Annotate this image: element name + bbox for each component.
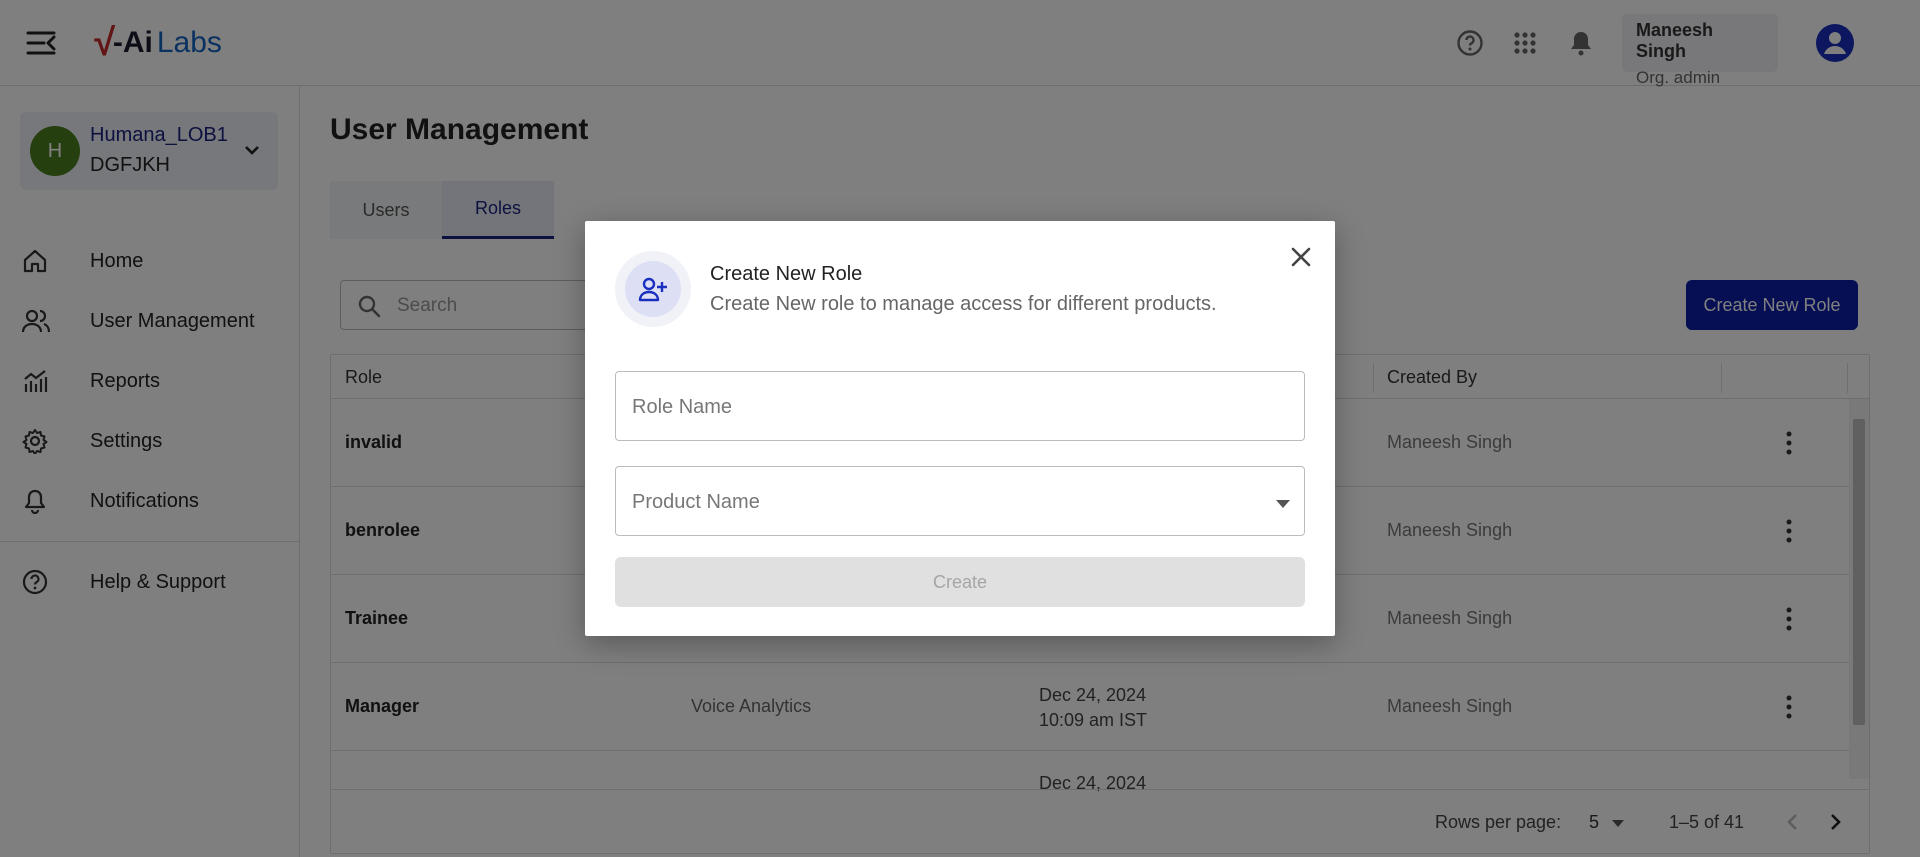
add-user-icon [625,261,681,317]
product-name-select[interactable] [615,466,1305,536]
dialog-icon-ring [615,251,691,327]
create-button[interactable]: Create [615,557,1305,607]
role-name-field [615,371,1305,441]
dialog-subtitle: Create New role to manage access for dif… [710,293,1217,315]
dialog-title: Create New Role [710,263,863,285]
close-icon[interactable] [1287,243,1315,271]
product-name-input[interactable] [632,487,1272,517]
role-name-input[interactable] [632,392,1272,422]
create-role-dialog: Create New Role Create New role to manag… [585,221,1335,636]
caret-down-icon [1276,497,1290,508]
